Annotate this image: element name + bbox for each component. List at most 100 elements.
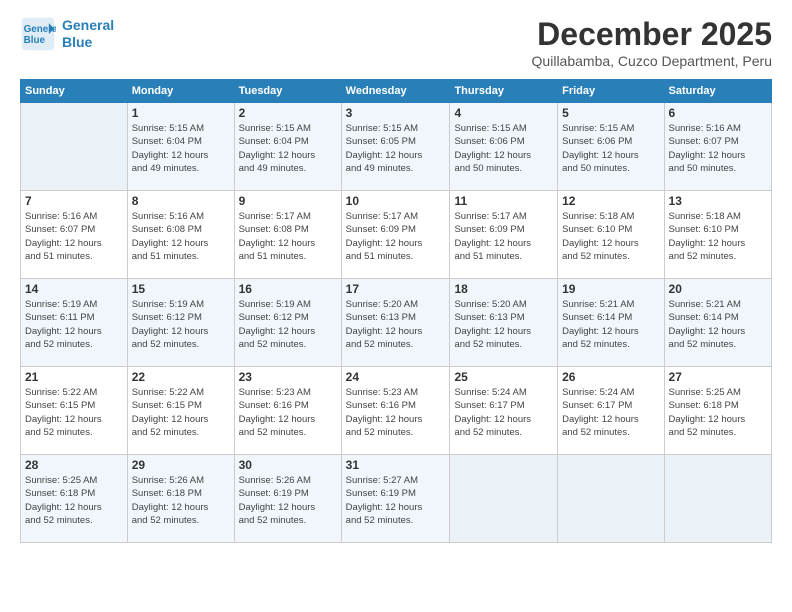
day-info: Sunrise: 5:27 AMSunset: 6:19 PMDaylight:… [346,474,446,527]
day-info: Sunrise: 5:23 AMSunset: 6:16 PMDaylight:… [346,386,446,439]
calendar-cell: 5 Sunrise: 5:15 AMSunset: 6:06 PMDaylight… [558,103,664,191]
calendar-header-row: SundayMondayTuesdayWednesdayThursdayFrid… [21,80,772,103]
day-number: 17 [346,282,446,296]
calendar-cell: 6Sunrise: 5:16 AMSunset: 6:07 PMDaylight… [664,103,771,191]
day-info: Sunrise: 5:26 AMSunset: 6:18 PMDaylight:… [132,474,230,527]
day-info: Sunrise: 5:23 AMSunset: 6:16 PMDaylight:… [239,386,337,439]
day-info: Sunrise: 5:17 AMSunset: 6:09 PMDaylight:… [346,210,446,263]
day-number: 13 [669,194,767,208]
day-info: Sunrise: 5:20 AMSunset: 6:13 PMDaylight:… [346,298,446,351]
day-number: 12 [562,194,659,208]
day-number: 8 [132,194,230,208]
day-number: 2 [239,106,337,120]
subtitle: Quillabamba, Cuzco Department, Peru [532,53,772,69]
day-number: 14 [25,282,123,296]
day-number: 10 [346,194,446,208]
calendar-header-saturday: Saturday [664,80,771,103]
day-number: 4 [454,106,553,120]
day-number: 19 [562,282,659,296]
day-number: 6 [669,106,767,120]
day-info: Sunrise: 5:25 AMSunset: 6:18 PMDaylight:… [669,386,767,439]
calendar-cell: 29 Sunrise: 5:26 AMSunset: 6:18 PMDayligh… [127,455,234,543]
calendar-cell: 10 Sunrise: 5:17 AMSunset: 6:09 PMDayligh… [341,191,450,279]
calendar-cell: 17 Sunrise: 5:20 AMSunset: 6:13 PMDayligh… [341,279,450,367]
calendar: SundayMondayTuesdayWednesdayThursdayFrid… [20,79,772,543]
day-info: Sunrise: 5:24 AMSunset: 6:17 PMDaylight:… [562,386,659,439]
day-info: Sunrise: 5:15 AMSunset: 6:04 PMDaylight:… [132,122,230,175]
calendar-header-sunday: Sunday [21,80,128,103]
day-number: 25 [454,370,553,384]
day-number: 5 [562,106,659,120]
calendar-cell: 15Sunrise: 5:19 AMSunset: 6:12 PMDayligh… [127,279,234,367]
calendar-cell: 11 Sunrise: 5:17 AMSunset: 6:09 PMDayligh… [450,191,558,279]
calendar-cell: 4 Sunrise: 5:15 AMSunset: 6:06 PMDaylight… [450,103,558,191]
calendar-cell: 8 Sunrise: 5:16 AMSunset: 6:08 PMDaylight… [127,191,234,279]
day-info: Sunrise: 5:17 AMSunset: 6:08 PMDaylight:… [239,210,337,263]
logo-icon: General Blue [20,16,56,52]
calendar-cell: 28Sunrise: 5:25 AMSunset: 6:18 PMDayligh… [21,455,128,543]
calendar-cell: 22 Sunrise: 5:22 AMSunset: 6:15 PMDayligh… [127,367,234,455]
day-number: 1 [132,106,230,120]
calendar-header-friday: Friday [558,80,664,103]
calendar-header-thursday: Thursday [450,80,558,103]
calendar-cell: 26 Sunrise: 5:24 AMSunset: 6:17 PMDayligh… [558,367,664,455]
day-info: Sunrise: 5:22 AMSunset: 6:15 PMDaylight:… [132,386,230,439]
day-info: Sunrise: 5:26 AMSunset: 6:19 PMDaylight:… [239,474,337,527]
calendar-cell: 16Sunrise: 5:19 AMSunset: 6:12 PMDayligh… [234,279,341,367]
day-info: Sunrise: 5:15 AMSunset: 6:05 PMDaylight:… [346,122,446,175]
day-number: 29 [132,458,230,472]
day-info: Sunrise: 5:16 AMSunset: 6:07 PMDaylight:… [25,210,123,263]
calendar-week-row: 28Sunrise: 5:25 AMSunset: 6:18 PMDayligh… [21,455,772,543]
day-number: 23 [239,370,337,384]
day-info: Sunrise: 5:18 AMSunset: 6:10 PMDaylight:… [669,210,767,263]
calendar-cell: 3 Sunrise: 5:15 AMSunset: 6:05 PMDaylight… [341,103,450,191]
calendar-cell: 21Sunrise: 5:22 AMSunset: 6:15 PMDayligh… [21,367,128,455]
calendar-cell: 27 Sunrise: 5:25 AMSunset: 6:18 PMDayligh… [664,367,771,455]
calendar-cell: 31 Sunrise: 5:27 AMSunset: 6:19 PMDayligh… [341,455,450,543]
logo: General Blue General Blue [20,16,114,52]
day-number: 18 [454,282,553,296]
day-info: Sunrise: 5:20 AMSunset: 6:13 PMDaylight:… [454,298,553,351]
page-container: General Blue General Blue December 2025 … [0,0,792,612]
calendar-cell: 12 Sunrise: 5:18 AMSunset: 6:10 PMDayligh… [558,191,664,279]
calendar-week-row: 21 Sunrise: 5:22 AMSunset: 6:15 PMDayligh… [21,367,772,455]
day-number: 20 [669,282,767,296]
day-number: 11 [454,194,553,208]
calendar-cell: 2Sunrise: 5:15 AMSunset: 6:04 PMDaylight… [234,103,341,191]
day-info: Sunrise: 5:21 AMSunset: 6:14 PMDaylight:… [669,298,767,351]
day-info: Sunrise: 5:25 AMSunset: 6:18 PMDaylight:… [25,474,123,527]
calendar-cell: 20 Sunrise: 5:21 AMSunset: 6:14 PMDayligh… [664,279,771,367]
day-number: 3 [346,106,446,120]
day-info: Sunrise: 5:15 AMSunset: 6:06 PMDaylight:… [562,122,659,175]
calendar-cell: 13 Sunrise: 5:18 AMSunset: 6:10 PMDayligh… [664,191,771,279]
calendar-week-row: 14Sunrise: 5:19 AMSunset: 6:11 PMDayligh… [21,279,772,367]
day-info: Sunrise: 5:18 AMSunset: 6:10 PMDaylight:… [562,210,659,263]
day-info: Sunrise: 5:17 AMSunset: 6:09 PMDaylight:… [454,210,553,263]
calendar-cell: 18 Sunrise: 5:20 AMSunset: 6:13 PMDayligh… [450,279,558,367]
day-info: Sunrise: 5:15 AMSunset: 6:06 PMDaylight:… [454,122,553,175]
day-number: 7 [25,194,123,208]
day-number: 15 [132,282,230,296]
day-number: 24 [346,370,446,384]
calendar-header-monday: Monday [127,80,234,103]
day-number: 22 [132,370,230,384]
day-number: 16 [239,282,337,296]
calendar-cell: 25Sunrise: 5:24 AMSunset: 6:17 PMDayligh… [450,367,558,455]
calendar-cell: 14Sunrise: 5:19 AMSunset: 6:11 PMDayligh… [21,279,128,367]
month-title: December 2025 [532,16,772,53]
day-number: 30 [239,458,337,472]
day-number: 26 [562,370,659,384]
calendar-cell: 30 Sunrise: 5:26 AMSunset: 6:19 PMDayligh… [234,455,341,543]
calendar-cell [558,455,664,543]
svg-text:Blue: Blue [24,35,46,46]
day-info: Sunrise: 5:16 AMSunset: 6:08 PMDaylight:… [132,210,230,263]
title-block: December 2025 Quillabamba, Cuzco Departm… [532,16,772,69]
day-number: 31 [346,458,446,472]
calendar-cell [450,455,558,543]
day-number: 21 [25,370,123,384]
calendar-cell [21,103,128,191]
day-number: 27 [669,370,767,384]
calendar-cell: 1 Sunrise: 5:15 AMSunset: 6:04 PMDaylight… [127,103,234,191]
day-info: Sunrise: 5:21 AMSunset: 6:14 PMDaylight:… [562,298,659,351]
header: General Blue General Blue December 2025 … [20,16,772,69]
